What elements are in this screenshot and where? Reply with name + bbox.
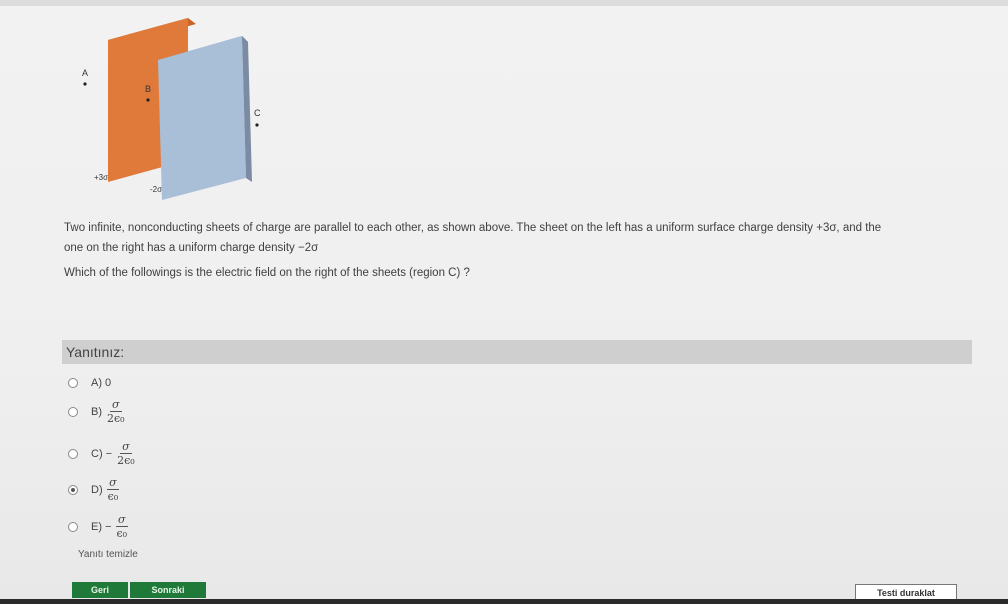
answer-header: Yanıtınız: <box>62 340 972 364</box>
option-d[interactable]: D) σ ϵ₀ <box>68 476 120 503</box>
option-c-numerator: σ <box>120 440 132 454</box>
option-e-label: E) − <box>91 520 112 533</box>
right-sheet-face <box>158 36 246 200</box>
option-b-label: B) <box>91 405 102 418</box>
right-charge-label: -2σ <box>150 185 162 194</box>
option-c-fraction: σ 2ϵ₀ <box>115 440 137 467</box>
option-b-fraction: σ 2ϵ₀ <box>105 398 127 425</box>
option-d-label: D) <box>91 483 103 496</box>
point-b-dot <box>146 98 150 102</box>
option-b-numerator: σ <box>110 398 122 412</box>
option-c-radio[interactable] <box>68 448 78 459</box>
question-text: Two infinite, nonconducting sheets of ch… <box>64 218 974 258</box>
option-e-radio[interactable] <box>68 521 78 532</box>
point-a-label: A <box>82 68 88 78</box>
option-b-denominator: 2ϵ₀ <box>107 412 125 425</box>
option-e[interactable]: E) − σ ϵ₀ <box>68 513 129 540</box>
left-charge-label: +3σ <box>94 173 108 182</box>
option-d-fraction: σ ϵ₀ <box>106 476 121 503</box>
question-line-1: Two infinite, nonconducting sheets of ch… <box>64 222 882 234</box>
clear-answer-link[interactable]: Yanıtı temizle <box>78 549 138 560</box>
option-e-fraction: σ ϵ₀ <box>114 513 129 540</box>
question-line-2: one on the right has a uniform charge de… <box>64 242 319 254</box>
option-c-denominator: 2ϵ₀ <box>117 454 135 467</box>
option-a[interactable]: A) 0 <box>68 377 111 389</box>
option-d-numerator: σ <box>107 476 119 490</box>
back-button[interactable]: Geri <box>72 582 128 598</box>
option-a-radio[interactable] <box>68 378 78 388</box>
bottom-strip <box>0 599 1008 604</box>
option-e-numerator: σ <box>116 513 128 527</box>
option-d-radio[interactable] <box>68 484 78 495</box>
option-b-radio[interactable] <box>68 406 78 417</box>
point-b-label: B <box>145 84 151 94</box>
option-c[interactable]: C) − σ 2ϵ₀ <box>68 440 137 467</box>
top-bar <box>0 0 1008 6</box>
point-c-label: C <box>254 108 261 118</box>
option-b[interactable]: B) σ 2ϵ₀ <box>68 398 127 425</box>
question-prompt: Which of the followings is the electric … <box>64 267 470 279</box>
point-a-dot <box>83 82 87 86</box>
option-c-label: C) − <box>91 447 113 460</box>
next-button[interactable]: Sonraki <box>130 582 206 598</box>
point-c-dot <box>255 123 259 127</box>
option-e-denominator: ϵ₀ <box>116 527 128 540</box>
charged-sheets-figure: A B C +3σ -2σ <box>82 18 261 200</box>
option-a-label: A) 0 <box>91 377 112 389</box>
option-d-denominator: ϵ₀ <box>107 490 119 503</box>
